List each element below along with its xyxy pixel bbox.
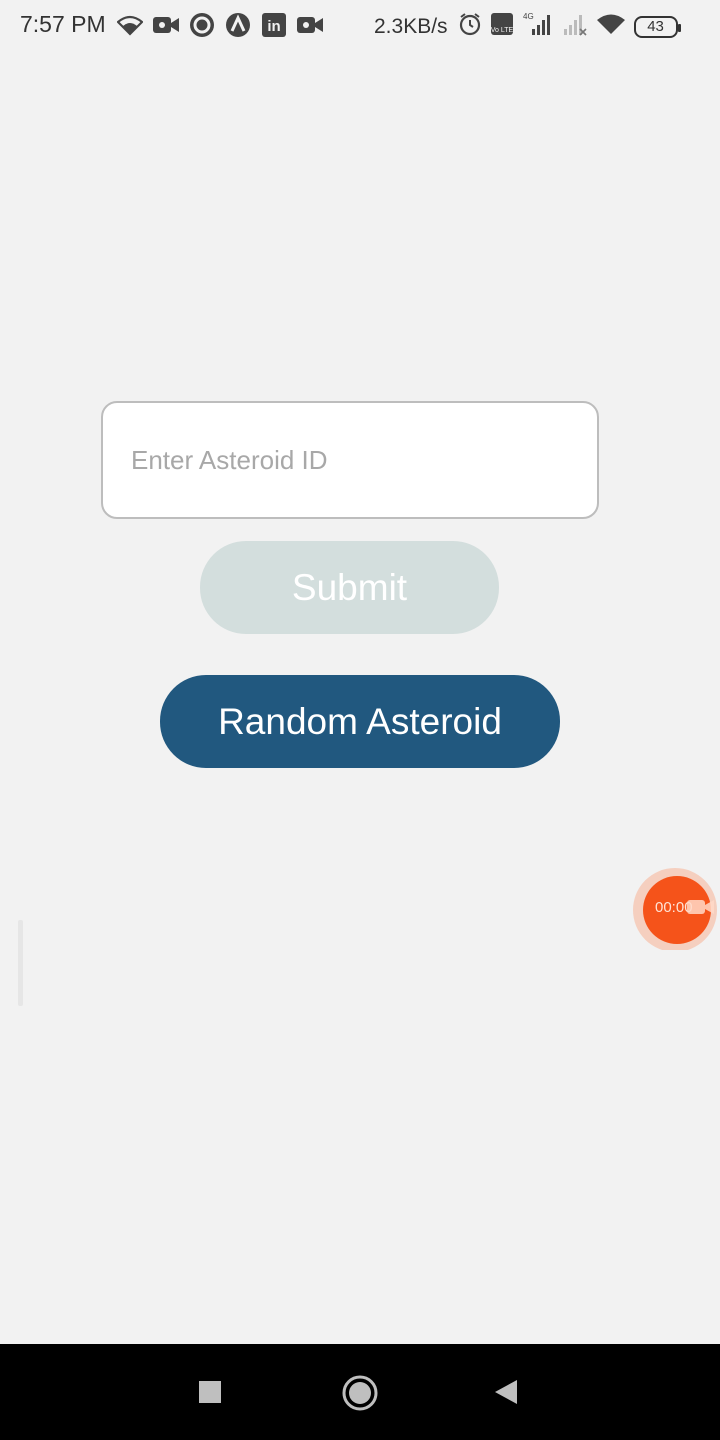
- signal-4g-icon: 4G: [522, 11, 554, 42]
- back-triangle-icon[interactable]: [486, 1372, 526, 1412]
- navigation-bar: [0, 1344, 720, 1440]
- alarm-icon: [458, 12, 482, 41]
- linkedin-glyph: in: [267, 18, 280, 35]
- screen: 7:57 PM in 2.3KB/s Vo LTE 4G 43 Enter As…: [0, 0, 720, 1440]
- recents-square-icon[interactable]: [190, 1372, 230, 1412]
- screen-recorder-bubble[interactable]: 00:00: [633, 868, 720, 950]
- wifi-icon: [596, 12, 626, 41]
- submit-button[interactable]: Submit: [200, 541, 499, 634]
- random-asteroid-button[interactable]: Random Asteroid: [160, 675, 560, 768]
- status-time: 7:57 PM: [20, 11, 106, 37]
- asteroid-id-input[interactable]: [101, 401, 599, 519]
- volte-glyph: Vo LTE: [490, 27, 513, 34]
- video-camera-icon: [152, 11, 180, 39]
- video-camera-icon: [685, 896, 715, 918]
- battery-level: 43: [647, 18, 664, 35]
- random-asteroid-button-label: Random Asteroid: [218, 700, 502, 742]
- video-camera-icon: [296, 11, 324, 39]
- battery-icon: 43: [633, 15, 681, 38]
- linkedin-icon: in: [260, 11, 288, 39]
- network-type: 4G: [523, 12, 534, 21]
- volte-icon: Vo LTE: [490, 12, 514, 41]
- home-circle-icon[interactable]: [339, 1372, 381, 1414]
- circle-app-icon: [188, 11, 216, 39]
- status-bar: 7:57 PM in 2.3KB/s Vo LTE 4G 43: [0, 0, 720, 50]
- wifi-icon: [116, 11, 144, 39]
- edge-drag-handle[interactable]: [18, 920, 23, 1006]
- system-status-icons: 2.3KB/s Vo LTE 4G 43: [374, 11, 681, 42]
- network-speed: 2.3KB/s: [374, 14, 448, 38]
- arrow-app-icon: [224, 11, 252, 39]
- signal-icon: [562, 11, 588, 42]
- notification-icons: in: [116, 11, 324, 39]
- submit-button-label: Submit: [291, 566, 408, 608]
